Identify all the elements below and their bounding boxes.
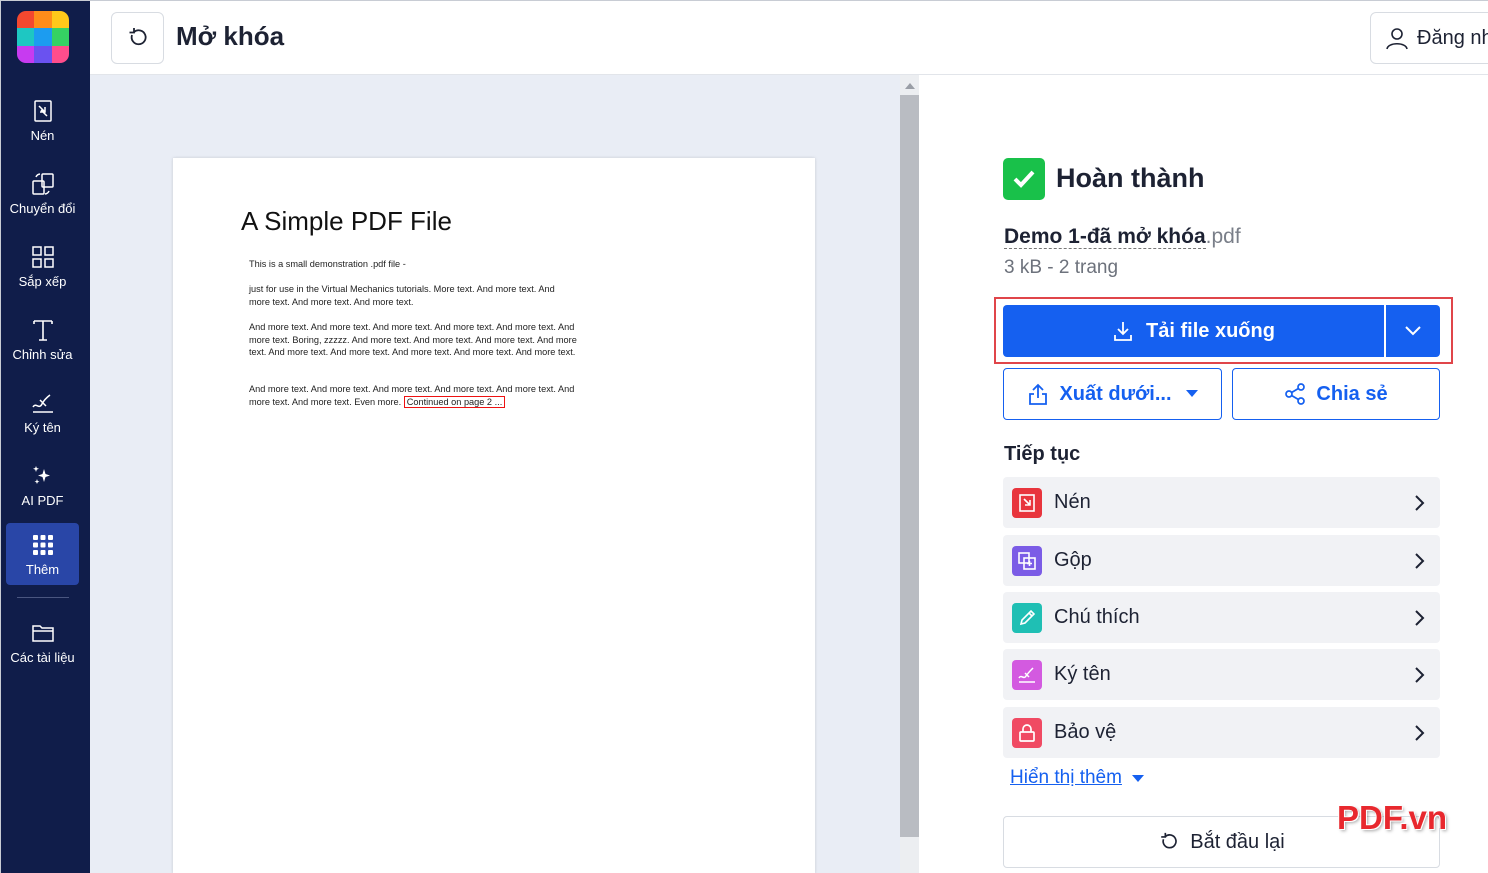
tool-label: Nén <box>1054 491 1091 513</box>
chevron-right-icon <box>1415 724 1425 741</box>
chevron-right-icon <box>1415 609 1425 626</box>
compress-icon <box>33 99 52 122</box>
grid-dots-icon <box>32 534 53 555</box>
sidebar-item-label: Chuyển đổi <box>9 200 76 216</box>
organize-icon <box>31 245 54 268</box>
status-title: Hoàn thành <box>1056 163 1205 193</box>
pdf-page: A Simple PDF File This is a small demons… <box>173 158 815 873</box>
continued-link[interactable]: Continued on page 2 ... <box>403 395 506 408</box>
export-label: Xuất dưới... <box>1059 382 1172 405</box>
share-button[interactable]: Chia sẻ <box>1232 368 1440 420</box>
pdf-paragraph: This is a small demonstration .pdf file … <box>249 259 406 269</box>
sidebar-item-label: Nén <box>30 127 55 143</box>
file-meta: 3 kB - 2 trang <box>1004 257 1119 278</box>
restart-icon <box>1161 832 1178 849</box>
convert-icon <box>31 172 54 195</box>
merge-tool-icon <box>1012 545 1042 576</box>
pdf-paragraph: just for use in the Virtual Mechanics tu… <box>249 284 555 307</box>
annotate-tool-icon <box>1012 602 1042 633</box>
sidebar-divider <box>17 597 69 598</box>
download-options-button[interactable] <box>1386 305 1440 357</box>
file-name-base[interactable]: Demo 1-đã mở khóa <box>1004 225 1206 249</box>
export-icon <box>1029 383 1048 405</box>
page-title: Mở khóa <box>176 21 285 51</box>
result-panel: Hoàn thành Demo 1-đã mở khóa.pdf 3 kB - … <box>919 75 1488 873</box>
caret-down-icon <box>1185 390 1198 397</box>
restart-label: Bắt đầu lại <box>1190 830 1285 853</box>
sparkle-icon <box>32 465 50 484</box>
tool-row-annotate[interactable]: Chú thích <box>1003 592 1440 643</box>
export-button[interactable]: Xuất dưới... <box>1003 368 1222 420</box>
undo-button[interactable] <box>111 12 164 64</box>
pdf-paragraph: And more text. And more text. And more t… <box>249 322 577 357</box>
chevron-right-icon <box>1415 552 1425 569</box>
tool-label: Ký tên <box>1054 663 1111 685</box>
caret-down-icon <box>1131 774 1144 782</box>
sign-tool-icon <box>1012 659 1042 690</box>
sidebar-item-ai-pdf[interactable]: AI PDF <box>6 454 79 516</box>
chevron-right-icon <box>1415 666 1425 683</box>
top-header: Mở khóa Đăng nhập <box>90 1 1488 75</box>
sidebar-item-label: Các tài liệu <box>10 649 75 665</box>
share-icon <box>1285 383 1306 405</box>
continue-section-title: Tiếp tục <box>1004 443 1081 465</box>
sidebar-item-label: Ký tên <box>24 419 61 435</box>
chevron-down-icon <box>1405 326 1421 336</box>
tool-label: Gộp <box>1054 549 1092 571</box>
chevron-right-icon <box>1415 494 1425 511</box>
sidebar-item-more[interactable]: Thêm <box>6 523 79 585</box>
sidebar-item-label: Thêm <box>25 561 60 577</box>
pdf-paragraph-last: And more text. And more text. And more t… <box>249 383 589 408</box>
file-extension: .pdf <box>1205 225 1241 248</box>
lock-tool-icon <box>1012 717 1042 748</box>
download-button[interactable]: Tải file xuống <box>1003 305 1384 357</box>
scroll-thumb[interactable] <box>900 95 919 837</box>
download-icon <box>1114 322 1132 341</box>
sidebar: Nén Chuyển đổi Sắp xếp Chỉnh sửa Ký tên … <box>1 1 90 873</box>
edit-text-icon <box>32 319 53 341</box>
sidebar-item-convert[interactable]: Chuyển đổi <box>6 162 79 224</box>
watermark: PDF.vn <box>1337 799 1448 836</box>
sidebar-item-organize[interactable]: Sắp xếp <box>6 235 79 297</box>
tool-label: Bảo vệ <box>1054 721 1117 743</box>
signature-icon <box>31 393 53 413</box>
tool-row-merge[interactable]: Gộp <box>1003 535 1440 586</box>
sidebar-item-compress[interactable]: Nén <box>6 89 79 151</box>
sidebar-item-label: Chỉnh sửa <box>12 346 73 362</box>
show-more-link[interactable]: Hiển thị thêm <box>1010 767 1144 789</box>
show-more-label: Hiển thị thêm <box>1010 767 1122 788</box>
share-label: Chia sẻ <box>1316 382 1388 405</box>
login-button[interactable]: Đăng nhập <box>1370 12 1488 64</box>
sidebar-item-sign[interactable]: Ký tên <box>6 381 79 443</box>
pdf-heading: A Simple PDF File <box>241 206 452 236</box>
login-label: Đăng nhập <box>1417 26 1488 49</box>
sidebar-item-label: Sắp xếp <box>18 273 67 289</box>
scroll-up-arrow[interactable] <box>905 83 915 89</box>
sidebar-item-edit[interactable]: Chỉnh sửa <box>6 308 79 370</box>
download-label: Tải file xuống <box>1146 319 1275 342</box>
undo-icon <box>129 28 146 46</box>
file-name[interactable]: Demo 1-đã mở khóa.pdf <box>1004 225 1241 249</box>
folder-icon <box>31 624 54 642</box>
check-icon <box>1003 158 1045 200</box>
tool-row-sign[interactable]: Ký tên <box>1003 649 1440 700</box>
sidebar-item-label: AI PDF <box>21 492 64 508</box>
user-icon <box>1386 28 1408 50</box>
app-logo[interactable] <box>17 11 69 63</box>
tool-label: Chú thích <box>1054 606 1140 628</box>
preview-scrollbar[interactable] <box>900 75 919 873</box>
compress-tool-icon <box>1012 487 1042 518</box>
tool-row-compress[interactable]: Nén <box>1003 477 1440 528</box>
sidebar-item-documents[interactable]: Các tài liệu <box>6 611 79 673</box>
tool-row-protect[interactable]: Bảo vệ <box>1003 707 1440 758</box>
